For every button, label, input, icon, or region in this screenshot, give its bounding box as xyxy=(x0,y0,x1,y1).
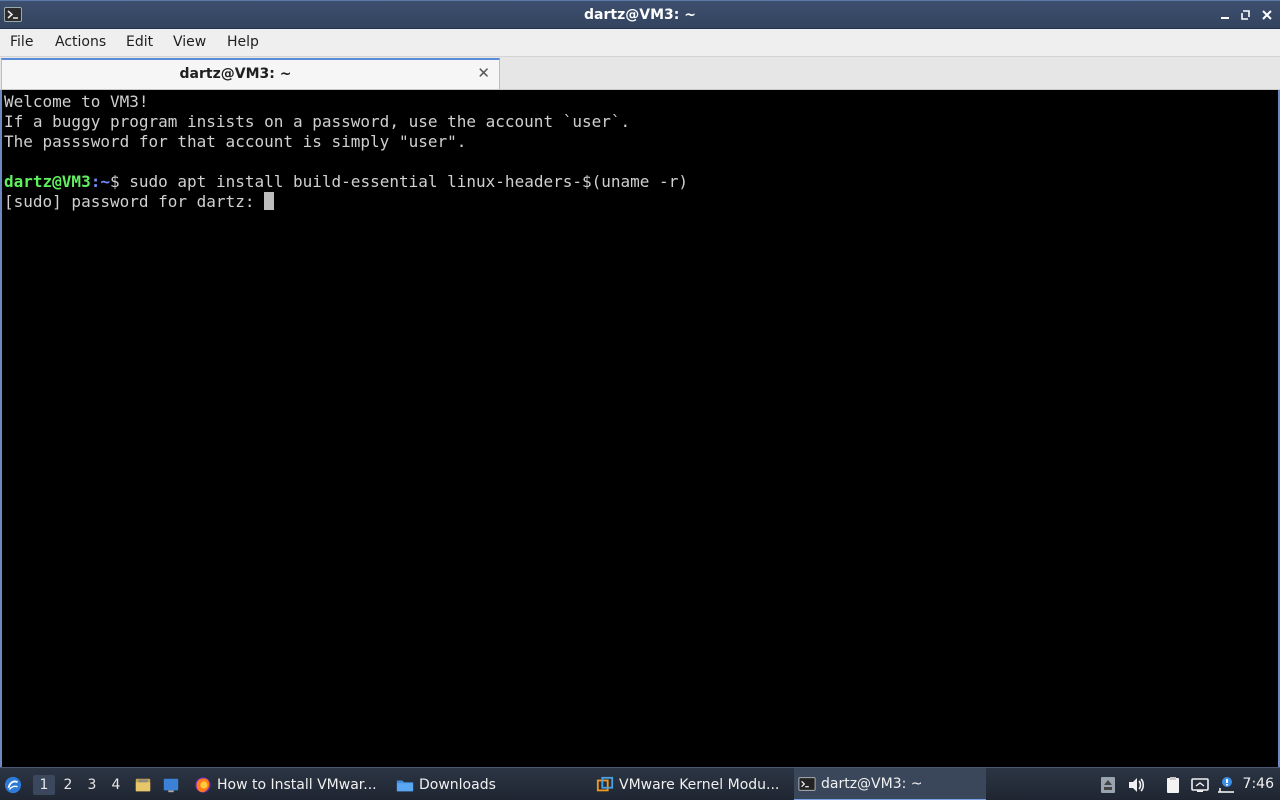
terminal-command-line: dartz@VM3:~$ sudo apt install build-esse… xyxy=(4,172,1278,192)
task-label: How to Install VMwar... xyxy=(217,776,377,793)
task-label: dartz@VM3: ~ xyxy=(821,775,923,792)
window-title: dartz@VM3: ~ xyxy=(584,7,696,23)
folder-icon xyxy=(396,780,414,791)
minimize-icon xyxy=(1221,17,1229,19)
task-vmware-kernel[interactable]: VMware Kernel Modu... xyxy=(596,768,788,800)
tab-bar: dartz@VM3: ~ ✕ xyxy=(0,57,1280,90)
minimize-button[interactable] xyxy=(1216,6,1234,24)
clock[interactable]: 7:46 xyxy=(1243,776,1274,792)
clipboard-icon[interactable] xyxy=(1163,775,1183,795)
sudo-prompt: [sudo] password for dartz: xyxy=(4,192,265,211)
menu-file[interactable]: File xyxy=(10,34,33,50)
update-notifier-icon[interactable] xyxy=(1098,775,1118,795)
menu-bar: File Actions Edit View Help xyxy=(0,29,1280,57)
lubuntu-logo-icon xyxy=(4,776,22,793)
terminal-output[interactable]: Welcome to VM3! If a buggy program insis… xyxy=(0,90,1280,767)
file-manager-icon xyxy=(135,778,151,791)
terminal-line: If a buggy program insists on a password… xyxy=(4,112,631,131)
task-label: Downloads xyxy=(419,776,496,793)
command-text: sudo apt install build-essential linux-h… xyxy=(129,172,688,191)
text-cursor xyxy=(264,192,275,210)
firefox-icon xyxy=(195,776,211,793)
prompt-separator: : xyxy=(90,172,101,191)
maximize-button[interactable] xyxy=(1237,6,1255,24)
workspace-1[interactable]: 1 xyxy=(33,775,55,795)
close-button[interactable] xyxy=(1258,6,1276,24)
task-label: VMware Kernel Modu... xyxy=(619,776,780,793)
menu-view[interactable]: View xyxy=(173,34,206,50)
notification-icon[interactable] xyxy=(1216,775,1236,795)
vmware-icon xyxy=(596,776,614,791)
network-icon[interactable] xyxy=(1190,775,1210,795)
tab-close-icon[interactable]: ✕ xyxy=(477,64,490,82)
terminal-line: Welcome to VM3! xyxy=(4,92,149,111)
terminal-icon xyxy=(798,776,816,791)
volume-icon[interactable] xyxy=(1126,775,1146,795)
start-menu-button[interactable] xyxy=(4,768,28,800)
task-terminal[interactable]: dartz@VM3: ~ xyxy=(794,768,986,800)
prompt-end: $ xyxy=(109,172,130,191)
restore-icon xyxy=(1241,10,1250,20)
show-desktop-launcher[interactable] xyxy=(162,768,184,800)
terminal-line: The passsword for that account is simply… xyxy=(4,132,467,151)
workspace-4[interactable]: 4 xyxy=(105,775,127,795)
prompt-user: dartz@VM3 xyxy=(4,172,91,191)
window-titlebar[interactable]: dartz@VM3: ~ xyxy=(0,0,1280,29)
menu-actions[interactable]: Actions xyxy=(55,34,106,50)
menu-help[interactable]: Help xyxy=(227,34,259,50)
close-icon xyxy=(1262,10,1272,20)
desktop-icon xyxy=(163,778,179,792)
workspace-3[interactable]: 3 xyxy=(81,775,103,795)
file-manager-launcher[interactable] xyxy=(134,768,154,800)
prompt-path: ~ xyxy=(100,172,110,191)
workspace-2[interactable]: 2 xyxy=(57,775,79,795)
tab-terminal[interactable]: dartz@VM3: ~ ✕ xyxy=(1,58,500,89)
tab-label: dartz@VM3: ~ xyxy=(179,66,292,82)
taskbar: 1 2 3 4 How to Install VMwar... Download… xyxy=(0,767,1280,800)
task-firefox[interactable]: How to Install VMwar... xyxy=(194,768,386,800)
task-downloads[interactable]: Downloads xyxy=(396,768,588,800)
sudo-password-line: [sudo] password for dartz: xyxy=(4,192,1278,212)
menu-edit[interactable]: Edit xyxy=(126,34,153,50)
